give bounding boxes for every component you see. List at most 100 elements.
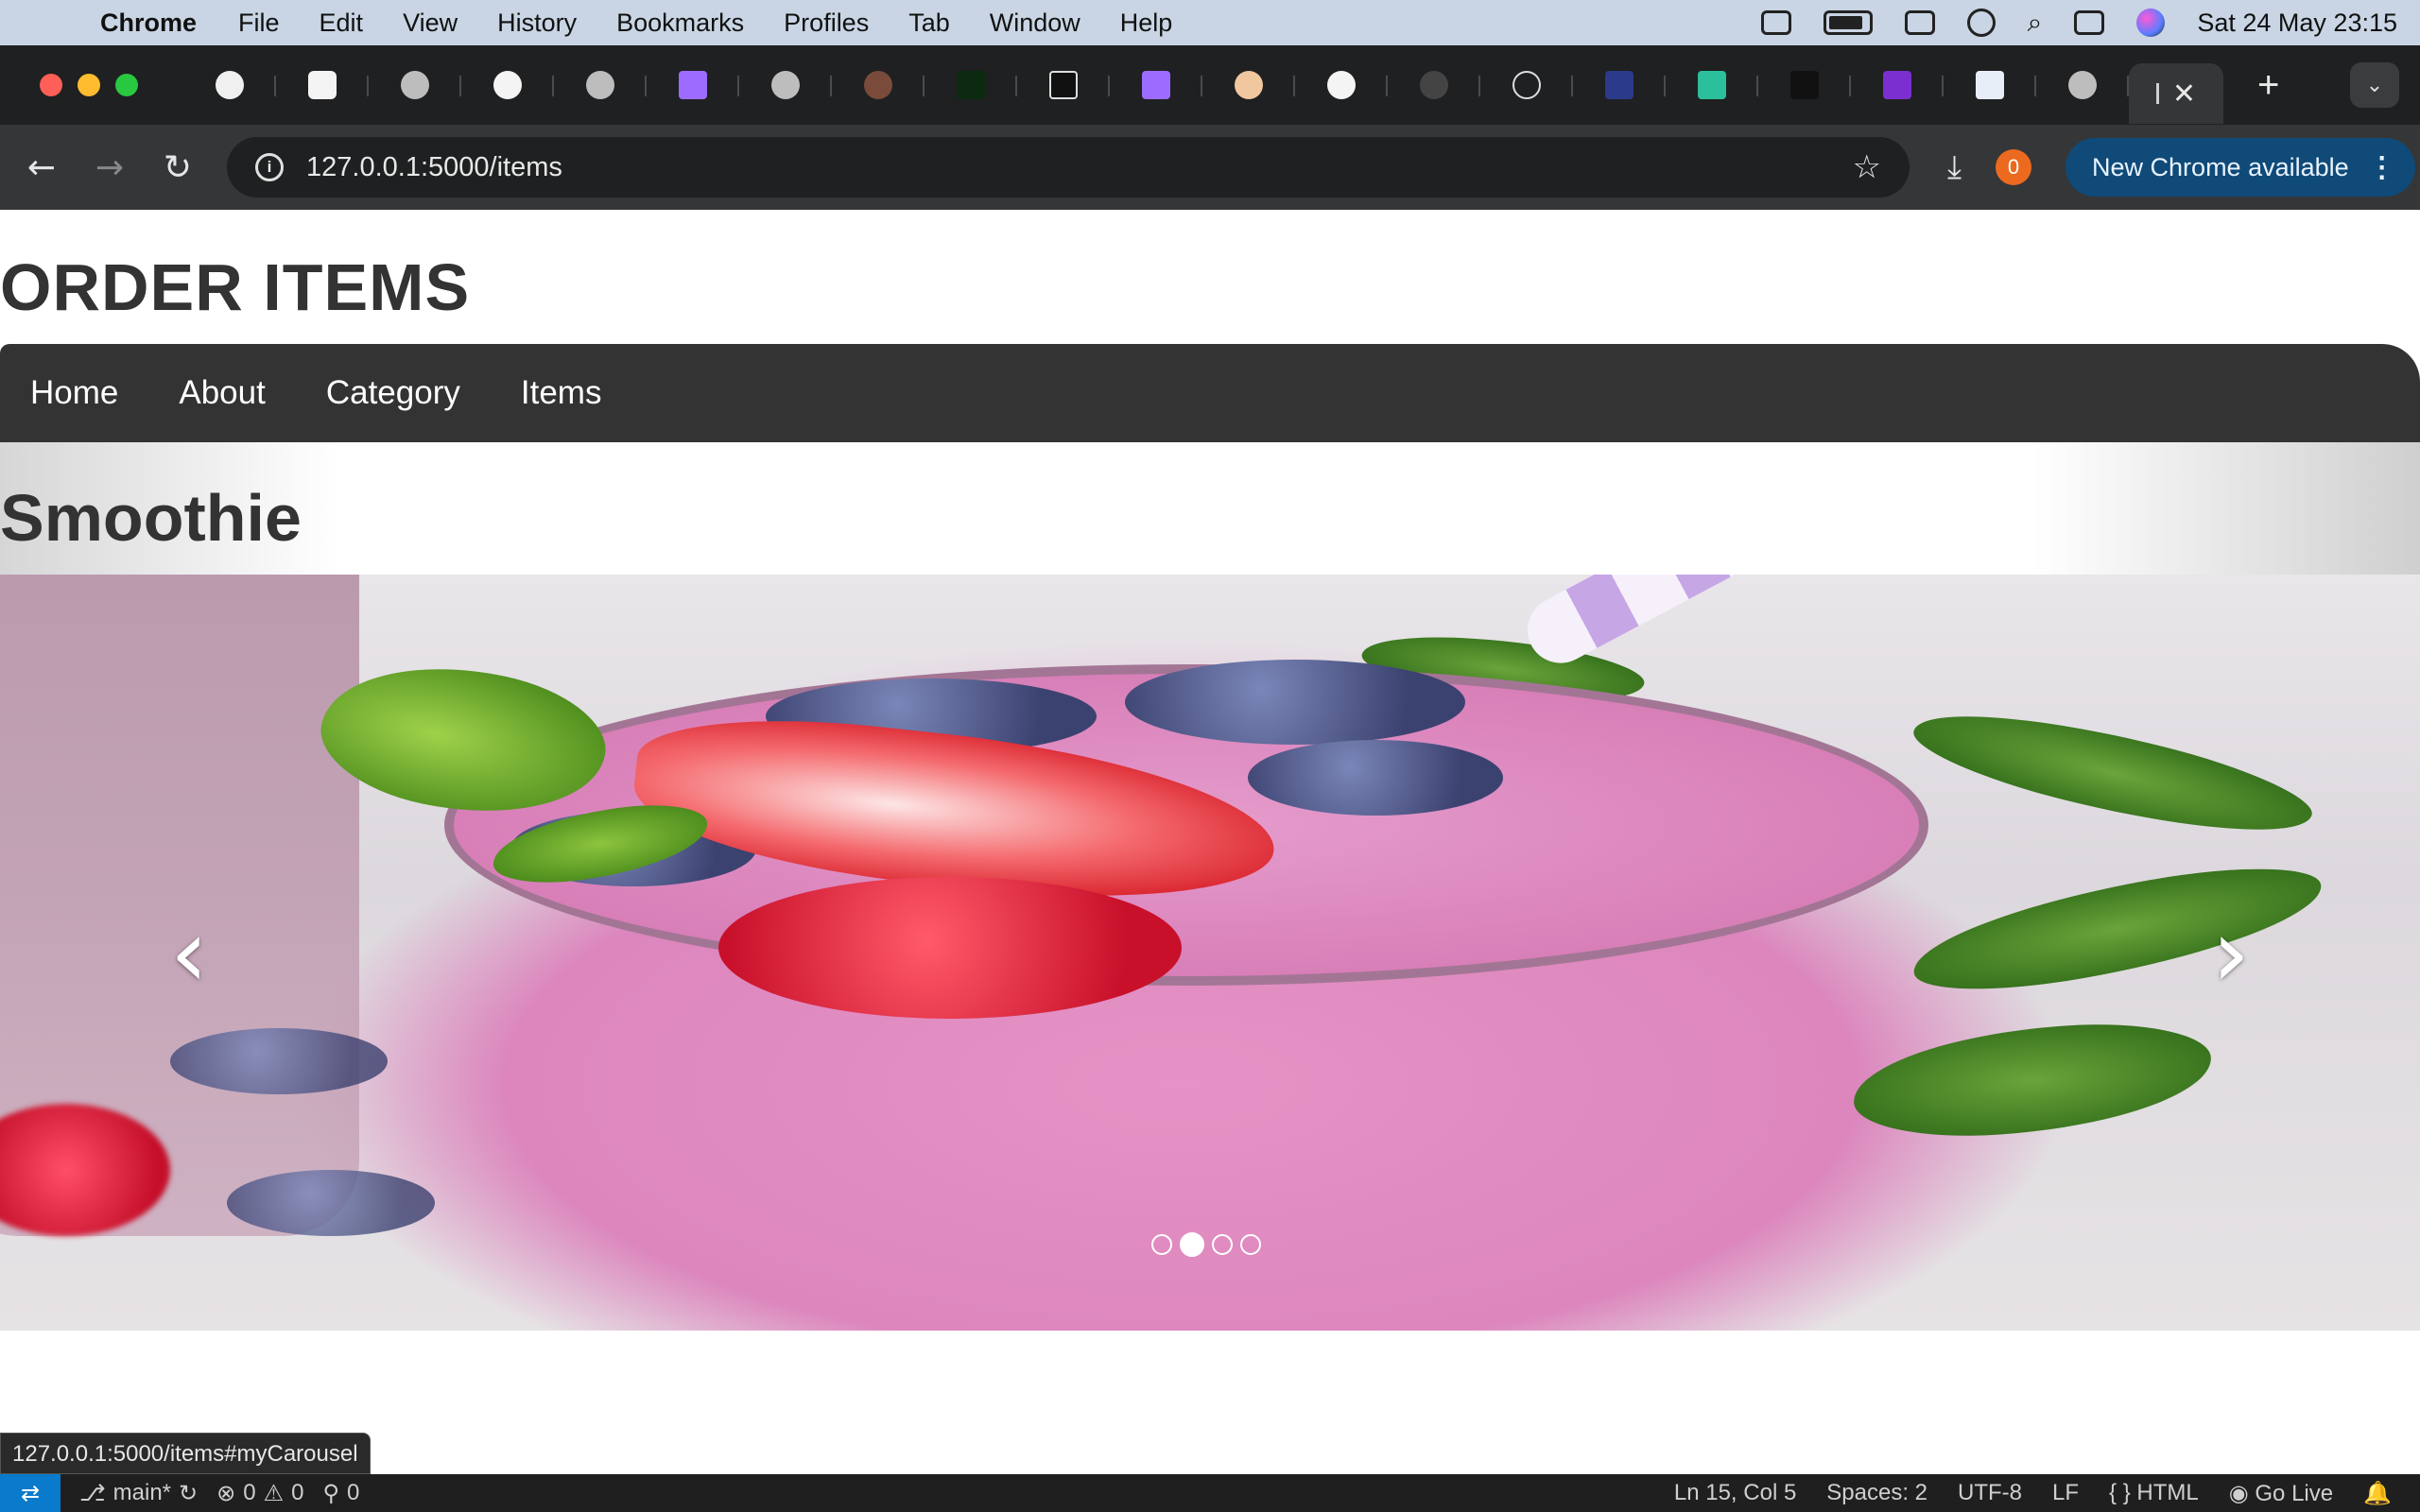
browser-tab[interactable] — [739, 59, 832, 112]
nav-link-category[interactable]: Category — [326, 374, 460, 412]
line-ending[interactable]: LF — [2052, 1480, 2079, 1506]
browser-tab[interactable] — [1666, 59, 1758, 112]
tab-favicon-icon — [1790, 71, 1819, 99]
nav-link-about[interactable]: About — [179, 374, 265, 412]
ports-indicator[interactable]: ⚲ 0 — [322, 1480, 359, 1507]
siri-icon[interactable] — [2136, 9, 2166, 37]
browser-tab[interactable] — [1480, 59, 1573, 112]
macos-menu-bar: Chrome File Edit View History Bookmarks … — [0, 0, 2420, 45]
menubar-clock[interactable]: Sat 24 May 23:15 — [2197, 9, 2397, 38]
tab-favicon-icon — [1976, 71, 2004, 99]
download-icon[interactable]: ⤓ — [1947, 148, 1962, 186]
error-count: 0 — [243, 1480, 256, 1505]
carousel-next-icon[interactable]: › — [2108, 575, 2354, 1331]
go-live-button[interactable]: ◉ Go Live — [2229, 1480, 2333, 1507]
site-info-icon[interactable]: i — [255, 153, 284, 181]
tab-favicon-icon — [1049, 71, 1078, 99]
browser-tab[interactable] — [1944, 59, 2036, 112]
tab-favicon-icon — [1512, 71, 1541, 99]
tab-search-chevron-icon[interactable]: ⌄ — [2350, 62, 2399, 108]
browser-tab[interactable] — [183, 59, 276, 112]
browser-tab[interactable] — [1017, 59, 1110, 112]
browser-tab[interactable] — [369, 59, 461, 112]
browser-tab[interactable] — [1758, 59, 1851, 112]
menu-view[interactable]: View — [403, 9, 458, 38]
language-mode[interactable]: { } HTML — [2109, 1480, 2199, 1506]
more-menu-icon[interactable]: ⋮ — [2368, 151, 2396, 184]
carousel-indicator-active[interactable] — [1180, 1232, 1204, 1257]
notifications-bell-icon[interactable]: 🔔 — [2363, 1480, 2392, 1507]
blueberry-shape — [1125, 660, 1465, 745]
tab-favicon-icon — [1235, 71, 1263, 99]
control-center-icon[interactable] — [2074, 10, 2105, 35]
browser-tab[interactable] — [1573, 59, 1666, 112]
browser-tab[interactable] — [1851, 59, 1944, 112]
browser-tab[interactable] — [1388, 59, 1480, 112]
go-live-label: Go Live — [2255, 1480, 2334, 1506]
git-branch[interactable]: ⎇ main* ↻ — [79, 1480, 198, 1507]
item-carousel: Smoothie ‹ › — [0, 442, 2420, 1331]
close-window-button[interactable] — [40, 74, 62, 96]
bookmark-star-icon[interactable]: ☆ — [1853, 148, 1881, 186]
carousel-indicator[interactable] — [1240, 1234, 1261, 1255]
menu-help[interactable]: Help — [1120, 9, 1173, 38]
app-menu[interactable]: Chrome — [100, 9, 197, 38]
cursor-position[interactable]: Ln 15, Col 5 — [1674, 1480, 1796, 1506]
carousel-indicator[interactable] — [1212, 1234, 1233, 1255]
carousel-prev-icon[interactable]: ‹ — [66, 575, 312, 1331]
menu-file[interactable]: File — [238, 9, 280, 38]
update-label: New Chrome available — [2092, 152, 2349, 181]
browser-tab[interactable] — [1295, 59, 1388, 112]
reload-icon[interactable]: ↻ — [144, 148, 212, 187]
active-browser-tab[interactable]: ✕ — [2129, 63, 2223, 124]
new-tab-button[interactable]: + — [2257, 64, 2279, 107]
raspberry-shape — [718, 877, 1182, 1019]
browser-tab[interactable] — [461, 59, 554, 112]
carousel-indicators — [1151, 1232, 1261, 1257]
display-icon[interactable] — [1760, 10, 1791, 35]
spotlight-search-icon[interactable]: ⌕ — [2028, 7, 2043, 39]
chrome-update-button[interactable]: New Chrome available ⋮ — [2066, 138, 2415, 197]
address-bar[interactable]: i 127.0.0.1:5000/items ☆ — [227, 137, 1910, 198]
extension-badge[interactable]: 0 — [1996, 149, 2032, 185]
editor-status-bar: ⇄ ⎇ main* ↻ ⊗ 0 ⚠ 0 ⚲ 0 Ln 15, Col 5 Spa… — [0, 1474, 2420, 1512]
error-icon: ⊗ — [216, 1480, 236, 1506]
nav-link-items[interactable]: Items — [521, 374, 602, 412]
browser-tab[interactable] — [832, 59, 925, 112]
remote-indicator-icon[interactable]: ⇄ — [0, 1474, 60, 1512]
user-account-icon[interactable] — [1966, 9, 1996, 37]
menu-history[interactable]: History — [497, 9, 577, 38]
browser-tab[interactable] — [554, 59, 647, 112]
menu-tab[interactable]: Tab — [908, 9, 950, 38]
link-icon[interactable] — [1904, 10, 1935, 35]
browser-tab[interactable] — [925, 59, 1017, 112]
nav-link-home[interactable]: Home — [30, 374, 118, 412]
browser-tab[interactable] — [276, 59, 369, 112]
indentation[interactable]: Spaces: 2 — [1826, 1480, 1927, 1506]
browser-tab[interactable] — [1110, 59, 1202, 112]
browser-tab[interactable] — [1202, 59, 1295, 112]
zoom-window-button[interactable] — [115, 74, 138, 96]
file-encoding[interactable]: UTF-8 — [1958, 1480, 2022, 1506]
menu-bookmarks[interactable]: Bookmarks — [616, 9, 744, 38]
carousel-indicator[interactable] — [1151, 1234, 1172, 1255]
menu-profiles[interactable]: Profiles — [784, 9, 869, 38]
tab-favicon-icon — [1698, 71, 1726, 99]
tab-favicon-icon — [1327, 71, 1356, 99]
address-url[interactable]: 127.0.0.1:5000/items — [306, 152, 562, 183]
battery-icon[interactable] — [1823, 10, 1873, 35]
browser-tab[interactable] — [647, 59, 739, 112]
problems-indicator[interactable]: ⊗ 0 ⚠ 0 — [216, 1480, 303, 1507]
link-hover-status: 127.0.0.1:5000/items#myCarousel — [0, 1433, 371, 1474]
sync-icon[interactable]: ↻ — [179, 1480, 198, 1507]
carousel-caption-band — [0, 442, 2420, 575]
minimize-window-button[interactable] — [78, 74, 100, 96]
menu-window[interactable]: Window — [990, 9, 1080, 38]
tab-favicon-icon — [1883, 71, 1911, 99]
close-tab-icon[interactable]: ✕ — [2172, 77, 2196, 111]
menu-edit[interactable]: Edit — [320, 9, 364, 38]
browser-tab[interactable] — [2036, 59, 2129, 112]
browser-tab-strip: ✕ + ⌄ — [0, 45, 2420, 125]
forward-arrow-icon[interactable]: → — [76, 148, 144, 187]
back-arrow-icon[interactable]: ← — [8, 148, 76, 187]
